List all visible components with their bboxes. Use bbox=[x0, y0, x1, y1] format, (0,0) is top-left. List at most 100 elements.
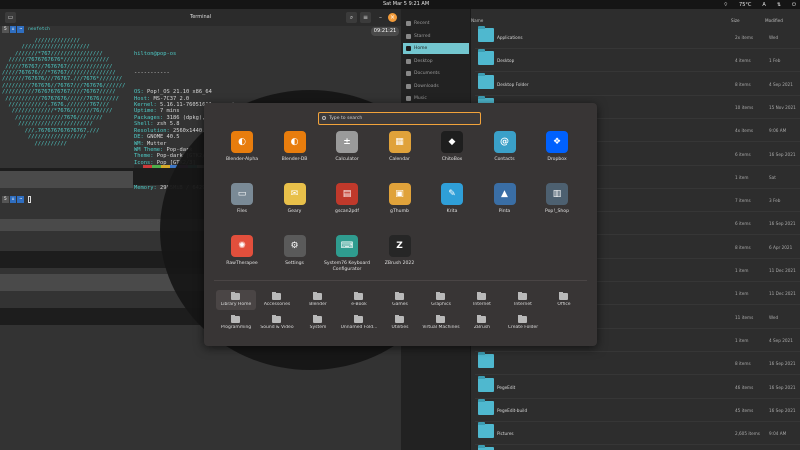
file-row[interactable]: PegeEdit 46 items 16 Sep 2021 bbox=[475, 375, 800, 399]
keyboard-layout-indicator[interactable]: A bbox=[762, 2, 765, 8]
category-internet[interactable]: Internet bbox=[462, 290, 502, 310]
terminal-headerbar: ▭ Terminal ⌕ ≡ – × bbox=[0, 9, 401, 26]
info-value: 7 mins bbox=[156, 108, 180, 115]
sidebar-item-home[interactable]: Home bbox=[403, 43, 469, 54]
file-modified: 16 Sep 2021 bbox=[769, 221, 796, 227]
app-label: gscan2pdf bbox=[335, 209, 359, 214]
info-key: Theme: bbox=[134, 153, 154, 160]
close-button[interactable]: × bbox=[388, 13, 397, 22]
app-rawtherapee[interactable]: ✺ RawTherapee bbox=[212, 235, 272, 281]
category-zbrush[interactable]: ZBrush bbox=[462, 313, 502, 333]
sidebar-item-recent[interactable]: Recent bbox=[403, 18, 469, 29]
category-blender[interactable]: Blender bbox=[298, 290, 338, 310]
app-pop-shop[interactable]: ▥ Pop!_Shop bbox=[527, 183, 587, 229]
category-internet[interactable]: Internet bbox=[503, 290, 543, 310]
app-blender-alpha[interactable]: ◐ Blender-Alpha bbox=[212, 131, 272, 177]
app-geary[interactable]: ✉ Geary bbox=[265, 183, 325, 229]
clock[interactable]: Sat Mar 5 9:21 AM bbox=[383, 1, 429, 7]
file-name: Desktop Folder bbox=[497, 81, 529, 87]
file-size: 1 item bbox=[735, 268, 749, 273]
category-utilities[interactable]: Utilities bbox=[380, 313, 420, 333]
app-calendar[interactable]: ▦ Calendar bbox=[370, 131, 430, 177]
file-size: 8 items bbox=[735, 81, 751, 87]
app-files[interactable]: ▭ Files bbox=[212, 183, 272, 229]
folder-icon bbox=[395, 315, 404, 323]
app-chitobox[interactable]: ◆ ChitoBox bbox=[422, 131, 482, 177]
category-library-home[interactable]: Library Home bbox=[216, 290, 256, 310]
app-pinta[interactable]: ▲ Pinta bbox=[475, 183, 535, 229]
file-row[interactable]: PlayOnLinux's virtual drives1 item5 Oct … bbox=[475, 444, 800, 450]
category-label: Graphics bbox=[431, 302, 451, 307]
wifi-icon[interactable]: ⌔ bbox=[723, 2, 728, 8]
app-contacts[interactable]: @ Contacts bbox=[475, 131, 535, 177]
column-name[interactable]: Name bbox=[471, 18, 483, 23]
app-settings[interactable]: ⚙ Settings bbox=[265, 235, 325, 281]
minimize-button[interactable]: – bbox=[375, 12, 386, 23]
power-icon[interactable]: ⏻ bbox=[792, 2, 796, 8]
home-icon bbox=[231, 292, 240, 300]
category-virtual-machines[interactable]: Virtual Machines bbox=[421, 313, 461, 333]
file-row[interactable]: Desktop Folder 8 items 4 Sep 2021 bbox=[475, 72, 800, 96]
file-size: 4 items bbox=[735, 58, 751, 64]
info-key: Uptime: bbox=[134, 108, 157, 115]
app-label: System76 Keyboard Configurator bbox=[323, 261, 371, 272]
file-modified: 9:04 AM bbox=[769, 431, 787, 437]
file-size: 7 items bbox=[735, 198, 751, 204]
app-calculator[interactable]: ± Calculator bbox=[317, 131, 377, 177]
sidebar-item-downloads[interactable]: Downloads bbox=[403, 81, 469, 92]
category-sound-video[interactable]: Sound & Video bbox=[257, 313, 297, 333]
app-blender-db[interactable]: ◐ Blender-DB bbox=[265, 131, 325, 177]
category-system[interactable]: System bbox=[298, 313, 338, 333]
search-input[interactable]: Type to search bbox=[318, 112, 481, 125]
category-create-folder[interactable]: Create Folder bbox=[503, 313, 543, 333]
file-name: Pictures bbox=[497, 431, 514, 437]
app-gthumb[interactable]: ▣ gThumb bbox=[370, 183, 430, 229]
category-office[interactable]: Office bbox=[544, 290, 584, 310]
app-label: Calculator bbox=[335, 157, 359, 162]
category-accessories[interactable]: Accessories bbox=[257, 290, 297, 310]
app-dropbox[interactable]: ❖ Dropbox bbox=[527, 131, 587, 177]
sidebar-item-starred[interactable]: Starred bbox=[403, 31, 469, 42]
column-modified[interactable]: Modified bbox=[765, 18, 783, 23]
file-modified: 16 Sep 2021 bbox=[769, 151, 796, 157]
temperature-readout[interactable]: 75°C bbox=[739, 2, 751, 8]
new-tab-button[interactable]: ▭ bbox=[5, 12, 16, 23]
network-icon[interactable]: ⇅ bbox=[777, 2, 781, 8]
file-row[interactable]: Applications 2x items Wed bbox=[475, 25, 800, 49]
app-icon: ▣ bbox=[388, 183, 411, 205]
add-folder-icon bbox=[518, 315, 527, 323]
file-row[interactable]: Desktop 4 items 1 Feb bbox=[475, 48, 800, 73]
folder-icon bbox=[478, 72, 494, 89]
app-krita[interactable]: ✎ Krita bbox=[422, 183, 482, 229]
app-system76-keyboard-configurator[interactable]: ⌨ System76 Keyboard Configurator bbox=[317, 235, 377, 281]
git-icon: ~ bbox=[17, 196, 25, 203]
folder-icon bbox=[406, 58, 411, 64]
category-unnamed-fold-[interactable]: Unnamed Fold... bbox=[339, 313, 379, 333]
sidebar-item-label: Home bbox=[414, 46, 428, 51]
file-row[interactable]: 8 items 16 Sep 2021 bbox=[475, 351, 800, 376]
sidebar-item-desktop[interactable]: Desktop bbox=[403, 56, 469, 67]
os-icon: 5 bbox=[2, 26, 9, 33]
category-games[interactable]: Games bbox=[380, 290, 420, 310]
search-icon[interactable]: ⌕ bbox=[346, 12, 357, 23]
category-label: Programming bbox=[220, 325, 252, 330]
sidebar-item-label: Downloads bbox=[414, 83, 439, 89]
file-size: 6 items bbox=[735, 221, 751, 227]
app-gscan2pdf[interactable]: ▤ gscan2pdf bbox=[317, 183, 377, 229]
column-size[interactable]: Size bbox=[731, 18, 740, 23]
file-size: 8 items bbox=[735, 244, 751, 250]
file-modified: Wed bbox=[769, 35, 779, 40]
file-modified: 4 Sep 2021 bbox=[769, 337, 793, 343]
category-label: Games bbox=[392, 302, 408, 307]
file-row[interactable]: PegeEdit-build 45 items 16 Sep 2021 bbox=[475, 398, 800, 422]
file-modified: 11 Dec 2021 bbox=[769, 268, 796, 273]
menu-icon[interactable]: ≡ bbox=[360, 12, 371, 23]
category-programming[interactable]: Programming bbox=[216, 313, 256, 333]
folder-icon bbox=[406, 83, 411, 89]
app-zbrush-2022[interactable]: Z ZBrush 2022 bbox=[370, 235, 430, 281]
category-graphics[interactable]: Graphics bbox=[421, 290, 461, 310]
sidebar-item-documents[interactable]: Documents bbox=[403, 68, 469, 79]
file-row[interactable]: Pictures 2,605 items 9:04 AM bbox=[475, 421, 800, 446]
category-e-book[interactable]: e-Book bbox=[339, 290, 379, 310]
app-icon: ± bbox=[336, 131, 358, 153]
